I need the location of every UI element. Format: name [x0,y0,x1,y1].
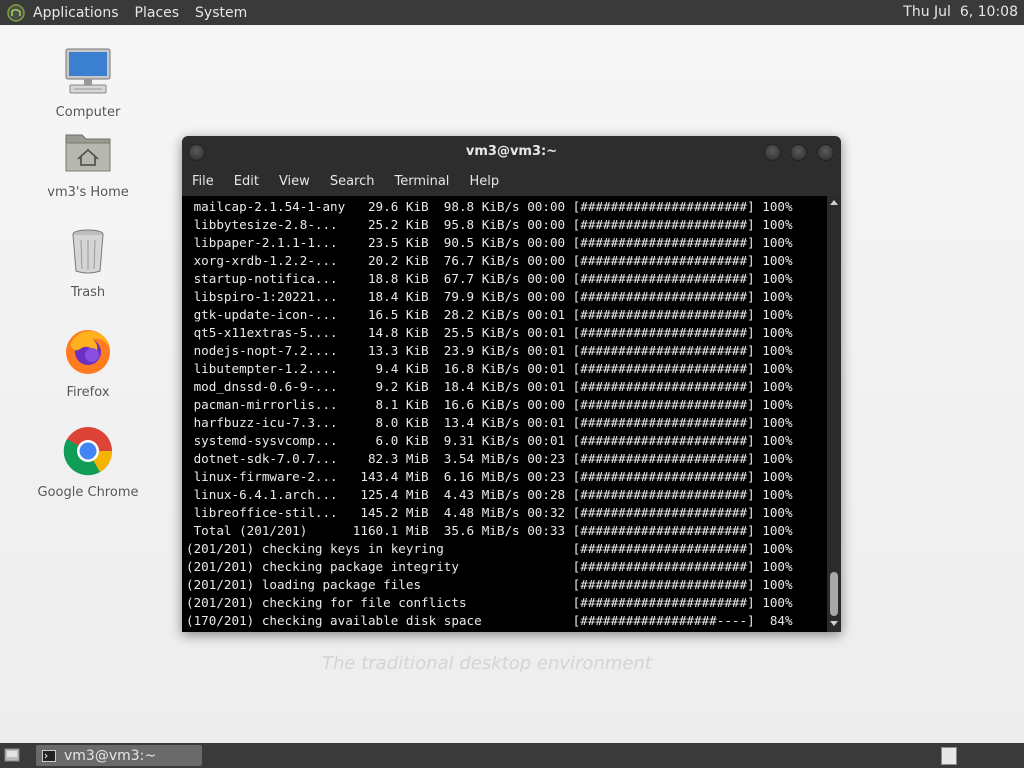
taskbar-button-terminal[interactable]: vm3@vm3:~ [36,745,202,766]
taskbar-button-label: vm3@vm3:~ [64,747,157,764]
firefox-icon [66,330,110,374]
desktop-icon-label: Computer [55,105,121,120]
desktop: The traditional desktop environment Comp… [0,25,1024,743]
window-menu-button[interactable] [188,144,205,161]
chrome-icon [63,427,113,476]
desktop-icon-computer[interactable]: Computer [28,45,148,120]
clock[interactable]: Thu Jul 6, 10:08 [903,4,1018,20]
close-button[interactable] [817,144,834,161]
show-desktop-icon[interactable] [4,748,20,762]
desktop-icon-chrome[interactable]: Google Chrome [28,425,148,500]
bottom-panel: vm3@vm3:~ [0,743,1024,768]
top-panel: Applications Places System Thu Jul 6, 10… [0,0,1024,25]
places-menu[interactable]: Places [135,5,180,21]
desktop-icon-home[interactable]: vm3's Home [28,125,148,200]
desktop-icon-trash[interactable]: Trash [28,225,148,300]
minimize-button[interactable] [764,144,781,161]
home-folder-icon [65,134,111,172]
terminal-output[interactable]: mailcap-2.1.54-1-any 29.6 KiB 98.8 KiB/s… [182,196,827,632]
system-menu[interactable]: System [195,5,247,21]
computer-icon [65,48,111,94]
menu-view[interactable]: View [279,174,310,189]
menu-edit[interactable]: Edit [234,174,259,189]
window-title: vm3@vm3:~ [465,144,558,159]
trash-icon [72,229,104,274]
terminal-scrollbar[interactable] [827,196,841,632]
menu-help[interactable]: Help [469,174,499,189]
desktop-icon-label: Firefox [66,385,110,400]
mate-logo-icon[interactable] [7,3,25,22]
desktop-watermark: The traditional desktop environment [322,653,652,674]
workspace-switcher[interactable] [941,747,957,765]
desktop-icon-label: Google Chrome [37,485,139,500]
window-titlebar[interactable]: vm3@vm3:~ [182,136,841,168]
terminal-window[interactable]: vm3@vm3:~ File Edit View Search Terminal… [182,136,841,632]
desktop-icon-label: vm3's Home [47,185,129,200]
scrollbar-thumb[interactable] [830,572,838,616]
scroll-up-arrow-icon[interactable] [830,200,838,205]
menu-terminal[interactable]: Terminal [394,174,449,189]
maximize-button[interactable] [790,144,807,161]
terminal-icon [42,749,56,762]
menu-file[interactable]: File [192,174,214,189]
desktop-icon-firefox[interactable]: Firefox [28,325,148,400]
terminal-text[interactable]: mailcap-2.1.54-1-any 29.6 KiB 98.8 KiB/s… [182,196,827,630]
terminal-menubar: File Edit View Search Terminal Help [182,168,841,194]
menu-search[interactable]: Search [330,174,375,189]
desktop-icon-label: Trash [70,285,106,300]
scroll-down-arrow-icon[interactable] [830,621,838,626]
applications-menu[interactable]: Applications [33,5,119,21]
